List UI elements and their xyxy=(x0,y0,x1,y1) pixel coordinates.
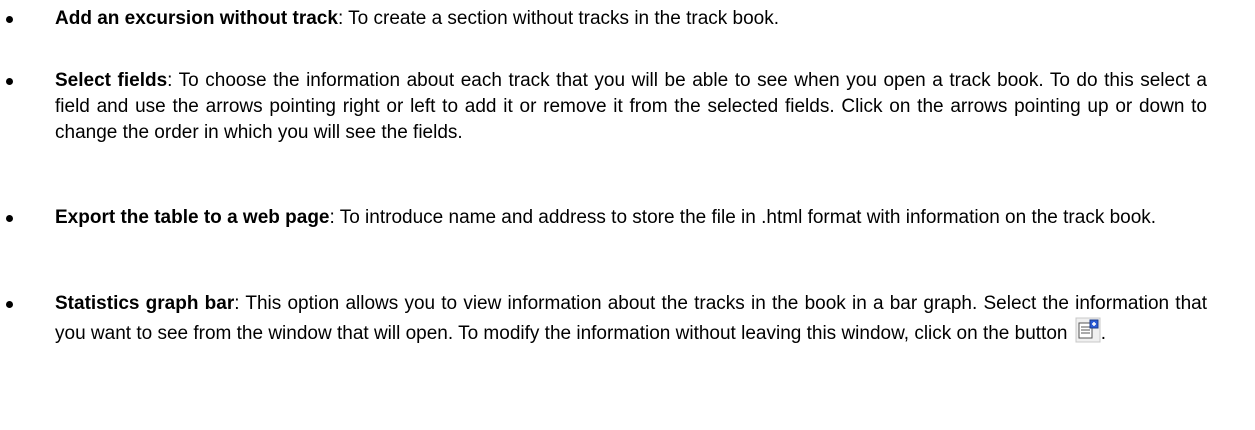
properties-icon[interactable] xyxy=(1075,317,1101,343)
list-item-description: : To create a section without tracks in … xyxy=(337,8,780,29)
list-item-term: Add an excursion without track xyxy=(55,8,338,29)
list-item-description: : To introduce name and address to store… xyxy=(329,207,1157,228)
bullet-icon xyxy=(6,215,13,222)
list-item-term: Select fields xyxy=(55,70,168,91)
list-item-text: Add an excursion without track: To creat… xyxy=(55,6,1207,32)
list-item-term: Export the table to a web page xyxy=(55,207,330,228)
bullet-icon xyxy=(6,301,13,308)
list-item-text: Statistics graph bar: This option allows… xyxy=(55,291,1207,347)
bullet-icon xyxy=(6,78,13,85)
bullet-icon xyxy=(6,16,13,23)
list-item-tail: . xyxy=(1100,323,1107,344)
list-item-term: Statistics graph bar xyxy=(55,293,235,314)
list-item-description: : To choose the information about each t… xyxy=(55,70,1207,143)
list-item-text: Select fields: To choose the information… xyxy=(55,68,1207,146)
list-item-text: Export the table to a web page: To intro… xyxy=(55,205,1207,231)
